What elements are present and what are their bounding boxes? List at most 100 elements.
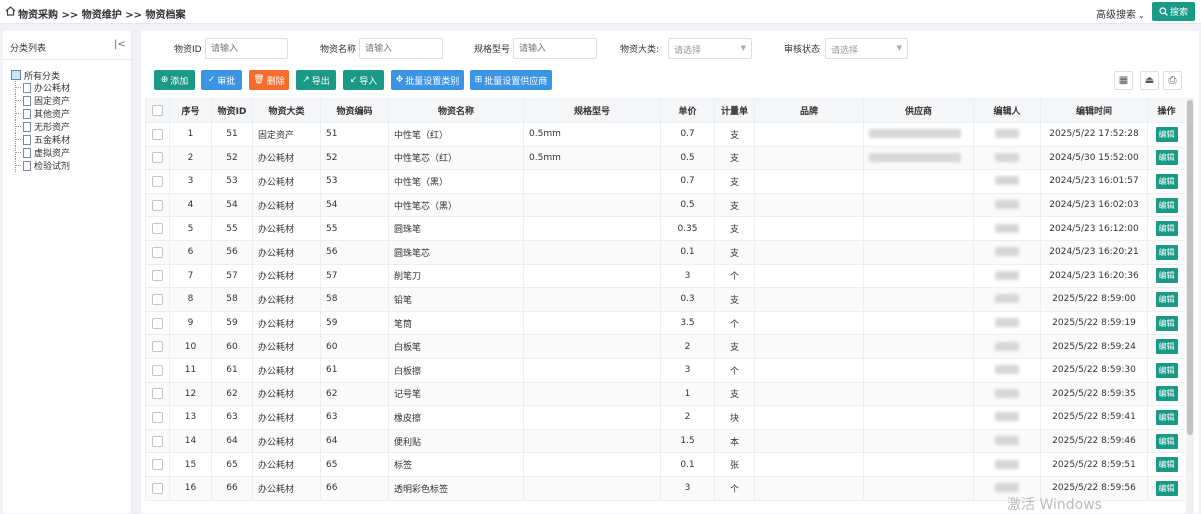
spec-input[interactable] bbox=[513, 38, 597, 59]
edit-button[interactable]: 编辑 bbox=[1155, 244, 1178, 260]
batch-category-button[interactable]: ✥ 批量设置类别 bbox=[391, 70, 464, 90]
edit-button[interactable]: 编辑 bbox=[1155, 409, 1178, 425]
table-row[interactable]: 5 55 办公耗材 55 圆珠笔 0.35 支 2024/5/23 16:12:00 编辑 bbox=[145, 216, 1185, 241]
row-checkbox[interactable] bbox=[152, 482, 163, 494]
table-row[interactable]: 13 63 办公耗材 63 橡皮擦 2 块 2025/5/22 8:59:41 编辑 bbox=[145, 405, 1185, 430]
column-header[interactable]: 物资ID bbox=[211, 98, 253, 123]
row-checkbox[interactable] bbox=[152, 435, 163, 447]
column-header[interactable]: 规格型号 bbox=[523, 98, 661, 123]
column-header[interactable]: 品牌 bbox=[754, 98, 864, 123]
collapse-icon[interactable]: |< bbox=[114, 39, 126, 50]
row-checkbox[interactable] bbox=[152, 317, 163, 329]
tree-item-hardware[interactable]: 五金耗材 bbox=[11, 133, 70, 146]
table-row[interactable]: 3 53 办公耗材 53 中性笔（黑） 0.7 支 2024/5/23 16:01:57 编辑 bbox=[145, 169, 1185, 194]
column-header[interactable]: 编辑时间 bbox=[1040, 98, 1148, 123]
redacted-editor bbox=[995, 247, 1019, 257]
row-select-cell bbox=[145, 381, 170, 407]
approve-button[interactable]: ✓ 审批 bbox=[201, 70, 242, 90]
cell-unit: 块 bbox=[714, 405, 755, 430]
table-row[interactable]: 8 58 办公耗材 58 铅笔 0.3 支 2025/5/22 8:59:00 编辑 bbox=[145, 287, 1185, 312]
row-checkbox[interactable] bbox=[152, 341, 163, 353]
column-header[interactable]: 物资大类 bbox=[252, 98, 321, 123]
scrollbar-thumb[interactable] bbox=[1187, 100, 1193, 435]
table-row[interactable]: 10 60 办公耗材 60 白板笔 2 支 2025/5/22 8:59:24 编辑 bbox=[145, 334, 1185, 359]
row-checkbox[interactable] bbox=[152, 199, 163, 211]
tree-item-other-assets[interactable]: 其他资产 bbox=[11, 107, 70, 120]
column-header[interactable]: 操作 bbox=[1147, 98, 1185, 123]
table-row[interactable]: 6 56 办公耗材 56 圆珠笔芯 0.1 支 2024/5/23 16:20:21 编辑 bbox=[145, 239, 1185, 265]
column-header[interactable]: 序号 bbox=[169, 98, 212, 123]
redacted-editor bbox=[995, 341, 1019, 351]
edit-button[interactable]: 编辑 bbox=[1155, 197, 1178, 213]
tree-item-intangible[interactable]: 无形资产 bbox=[11, 120, 70, 133]
table-row[interactable]: 12 62 办公耗材 62 记号笔 1 支 2025/5/22 8:59:35 编辑 bbox=[145, 381, 1185, 407]
tree-root[interactable]: 所有分类 bbox=[11, 69, 70, 82]
table-row[interactable]: 1 51 固定资产 51 中性笔（红） 0.5mm 0.7 支 2025/5/22 17:52:… bbox=[145, 122, 1185, 147]
row-checkbox[interactable] bbox=[152, 388, 163, 400]
column-header[interactable]: 计量单 bbox=[714, 98, 755, 123]
edit-button[interactable]: 编辑 bbox=[1155, 457, 1178, 473]
edit-button[interactable]: 编辑 bbox=[1155, 339, 1178, 355]
edit-button[interactable]: 编辑 bbox=[1155, 480, 1178, 496]
search-button[interactable]: 搜索 bbox=[1152, 2, 1195, 21]
row-checkbox[interactable] bbox=[152, 223, 163, 235]
row-checkbox[interactable] bbox=[152, 411, 163, 423]
id-input[interactable] bbox=[205, 38, 288, 59]
edit-button[interactable]: 编辑 bbox=[1155, 173, 1178, 189]
delete-button[interactable]: 🗑 删除 bbox=[249, 70, 289, 90]
row-checkbox[interactable] bbox=[152, 459, 163, 471]
column-header[interactable]: 供应商 bbox=[863, 98, 974, 123]
edit-button[interactable]: 编辑 bbox=[1155, 433, 1178, 449]
table-row[interactable]: 14 64 办公耗材 64 便利贴 1.5 本 2025/5/22 8:59:46 编辑 bbox=[145, 428, 1185, 454]
name-input[interactable] bbox=[359, 38, 443, 59]
edit-button[interactable]: 编辑 bbox=[1155, 126, 1178, 142]
batch-supplier-button[interactable]: ⊞ 批量设置供应商 bbox=[470, 70, 552, 90]
status-select[interactable]: 请选择 ▼ bbox=[825, 38, 908, 59]
row-checkbox[interactable] bbox=[152, 293, 163, 305]
export-button[interactable]: ↗ 导出 bbox=[296, 70, 336, 90]
import-button[interactable]: ↙ 导入 bbox=[343, 70, 384, 90]
column-header[interactable]: 物资编码 bbox=[320, 98, 389, 123]
column-header[interactable]: 编辑人 bbox=[973, 98, 1041, 123]
column-header[interactable]: 单价 bbox=[660, 98, 715, 123]
row-checkbox[interactable] bbox=[152, 364, 163, 376]
advanced-search-toggle[interactable]: 高级搜索 ⌄ bbox=[1096, 6, 1145, 21]
cell-id: 61 bbox=[211, 357, 253, 383]
edit-button[interactable]: 编辑 bbox=[1155, 315, 1178, 331]
edit-button[interactable]: 编辑 bbox=[1155, 291, 1178, 307]
tree-item-office[interactable]: 办公耗材 bbox=[11, 81, 70, 94]
cell-no: 7 bbox=[169, 263, 212, 289]
table-row[interactable]: 4 54 办公耗材 54 中性笔芯（黑） 0.5 支 2024/5/23 16:02:03 编辑 bbox=[145, 192, 1185, 218]
row-checkbox[interactable] bbox=[152, 246, 163, 258]
tree-item-fixed-assets[interactable]: 固定资产 bbox=[11, 94, 70, 107]
row-checkbox[interactable] bbox=[152, 152, 163, 164]
cell-category: 办公耗材 bbox=[252, 475, 321, 501]
columns-icon[interactable]: ▦ bbox=[1114, 71, 1133, 90]
row-checkbox[interactable] bbox=[152, 128, 163, 140]
table-row[interactable]: 2 52 办公耗材 52 中性笔芯（红） 0.5mm 0.5 支 2024/5/30 15:52… bbox=[145, 145, 1185, 171]
export-icon: ↗ bbox=[302, 75, 310, 85]
add-button[interactable]: ⊕ 添加 bbox=[154, 70, 195, 90]
edit-button[interactable]: 编辑 bbox=[1155, 150, 1178, 166]
row-checkbox[interactable] bbox=[152, 270, 163, 282]
cell-no: 6 bbox=[169, 239, 212, 265]
select-all-checkbox[interactable] bbox=[152, 105, 163, 116]
tree-item-reagents[interactable]: 检验试剂 bbox=[11, 159, 70, 172]
table-row[interactable]: 7 57 办公耗材 57 削笔刀 3 个 2024/5/23 16:20:36 编辑 bbox=[145, 263, 1185, 289]
table-row[interactable]: 9 59 办公耗材 59 笔筒 3.5 个 2025/5/22 8:59:19 编辑 bbox=[145, 310, 1185, 336]
vertical-scrollbar[interactable] bbox=[1186, 98, 1194, 513]
edit-button[interactable]: 编辑 bbox=[1155, 221, 1178, 237]
edit-button[interactable]: 编辑 bbox=[1155, 386, 1178, 402]
home-icon[interactable] bbox=[5, 6, 16, 16]
export-file-icon[interactable]: ⏏ bbox=[1140, 71, 1159, 90]
print-icon[interactable]: ⎙ bbox=[1163, 71, 1182, 90]
category-select[interactable]: 请选择 ▼ bbox=[668, 38, 752, 59]
edit-button[interactable]: 编辑 bbox=[1155, 268, 1178, 284]
table-row[interactable]: 15 65 办公耗材 65 标签 0.1 张 2025/5/22 8:59:51 编辑 bbox=[145, 452, 1185, 477]
tree-item-virtual[interactable]: 虚拟资产 bbox=[11, 146, 70, 159]
column-header[interactable]: 物资名称 bbox=[388, 98, 524, 123]
edit-button[interactable]: 编辑 bbox=[1155, 362, 1178, 378]
table-row[interactable]: 11 61 办公耗材 61 白板擦 3 个 2025/5/22 8:59:30 编辑 bbox=[145, 357, 1185, 383]
cell-action: 编辑 bbox=[1147, 287, 1185, 312]
row-checkbox[interactable] bbox=[152, 175, 163, 187]
